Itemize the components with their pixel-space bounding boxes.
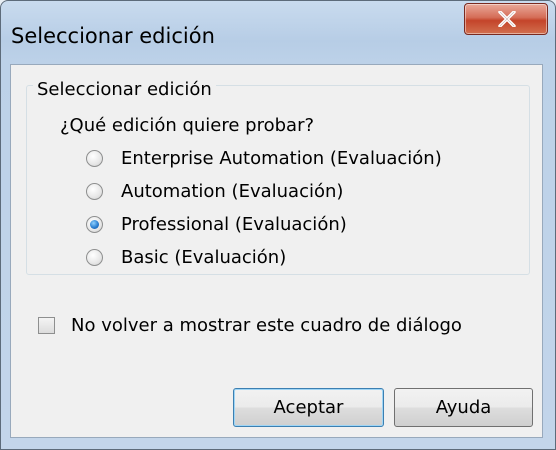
radio-button[interactable]	[86, 149, 103, 167]
radio-label: Enterprise Automation (Evaluación)	[121, 147, 442, 169]
title-bar[interactable]: Seleccionar edición	[1, 1, 555, 63]
radio-button[interactable]	[86, 248, 103, 266]
radio-button-selected[interactable]	[86, 215, 103, 233]
dont-show-again-checkbox[interactable]	[38, 317, 55, 334]
dont-show-again-label: No volver a mostrar este cuadro de diálo…	[71, 315, 462, 336]
radio-button[interactable]	[86, 182, 103, 200]
radio-label: Basic (Evaluación)	[121, 246, 287, 268]
radio-option-automation[interactable]: Automation (Evaluación)	[86, 179, 343, 203]
close-button[interactable]	[464, 3, 548, 35]
help-button[interactable]: Ayuda	[394, 388, 533, 427]
accept-button[interactable]: Aceptar	[233, 388, 384, 427]
radio-label: Professional (Evaluación)	[121, 213, 347, 235]
radio-option-enterprise-automation[interactable]: Enterprise Automation (Evaluación)	[86, 146, 442, 170]
dont-show-again-option[interactable]: No volver a mostrar este cuadro de diálo…	[38, 315, 462, 336]
edition-question: ¿Qué edición quiere probar?	[60, 115, 315, 136]
window-title: Seleccionar edición	[11, 24, 215, 48]
radio-label: Automation (Evaluación)	[121, 180, 344, 202]
radio-option-professional[interactable]: Professional (Evaluación)	[86, 212, 347, 236]
groupbox-legend: Seleccionar edición	[33, 79, 216, 100]
close-icon	[498, 11, 516, 27]
radio-option-basic[interactable]: Basic (Evaluación)	[86, 245, 286, 269]
